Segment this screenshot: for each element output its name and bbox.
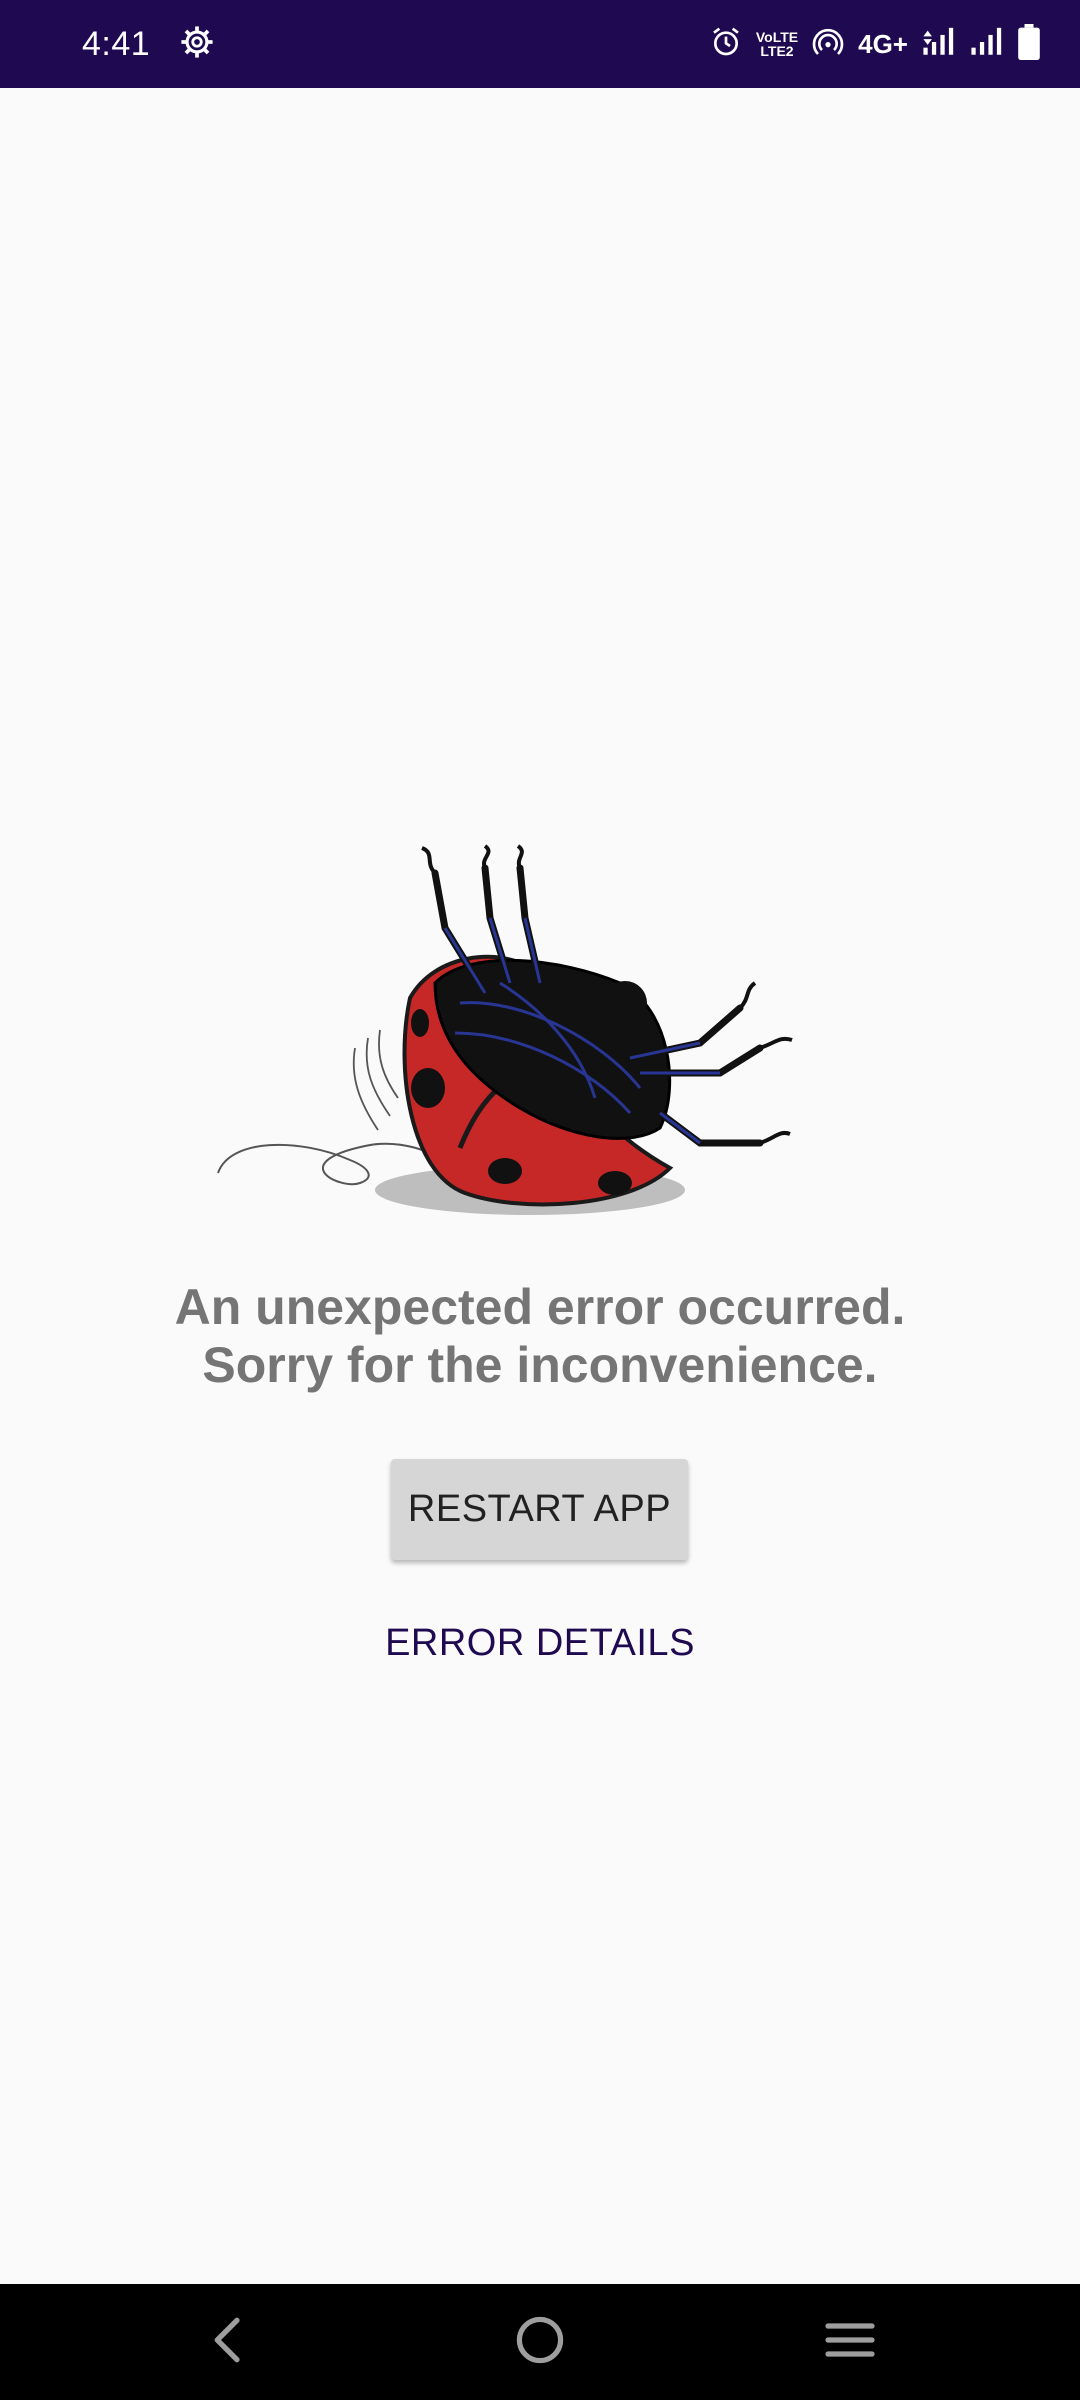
recents-menu-icon	[824, 2320, 876, 2365]
status-time: 4:41	[82, 24, 151, 63]
restart-app-button[interactable]: RESTART APP	[391, 1459, 688, 1560]
error-screen: An unexpected error occurred. Sorry for …	[0, 88, 1080, 2284]
network-type-label: 4G+	[858, 28, 908, 59]
status-right: VoLTE LTE2 4G+	[710, 23, 1040, 65]
back-icon	[206, 2315, 250, 2370]
error-details-button[interactable]: ERROR DETAILS	[360, 1608, 720, 1678]
alarm-icon	[710, 26, 742, 63]
error-message-line1: An unexpected error occurred.	[174, 1279, 906, 1335]
signal-sim1-icon	[922, 27, 956, 62]
volte-top-label: VoLTE	[755, 29, 799, 45]
error-message: An unexpected error occurred. Sorry for …	[0, 1278, 1080, 1394]
home-icon	[514, 2314, 566, 2371]
status-bar: 4:41 VoLTE LTE2 4G+	[0, 0, 1080, 88]
status-left: 4:41	[82, 25, 214, 64]
error-message-line2: Sorry for the inconvenience.	[202, 1337, 878, 1393]
battery-icon	[1018, 23, 1040, 65]
upside-down-ladybug-illustration	[217, 844, 793, 1215]
recents-button[interactable]	[810, 2302, 890, 2382]
signal-sim2-icon	[970, 27, 1004, 62]
volte-bottom-label: LTE2	[760, 43, 794, 59]
back-button[interactable]	[188, 2302, 268, 2382]
navigation-bar	[0, 2284, 1080, 2400]
settings-gear-icon	[180, 25, 214, 64]
volte-indicator: VoLTE LTE2	[756, 30, 798, 58]
home-button[interactable]	[500, 2302, 580, 2382]
hotspot-icon	[812, 26, 844, 63]
